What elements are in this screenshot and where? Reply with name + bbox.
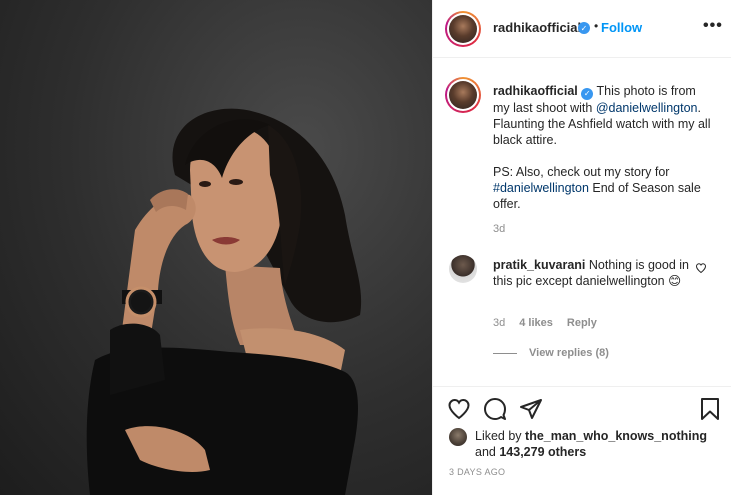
comment-meta: 3d 4 likes Reply: [493, 317, 597, 329]
likes-and: and: [475, 445, 500, 459]
follow-button[interactable]: Follow: [601, 20, 642, 35]
replies-divider: [493, 352, 517, 354]
comment-likes[interactable]: 4 likes: [519, 317, 553, 329]
likes-summary: Liked by the_man_who_knows_nothing and 1…: [475, 428, 715, 460]
reply-button[interactable]: Reply: [567, 317, 597, 329]
more-options-icon[interactable]: •••: [703, 17, 723, 35]
comment-icon[interactable]: [483, 397, 507, 421]
verified-badge-icon: ✓: [578, 22, 590, 34]
verified-badge-icon: ✓: [581, 88, 594, 100]
bookmark-icon[interactable]: [698, 397, 722, 421]
caption-author-avatar[interactable]: [445, 77, 481, 113]
caption-author[interactable]: radhikaofficial: [493, 84, 578, 98]
commenter-avatar[interactable]: [449, 255, 477, 283]
commenter-username[interactable]: pratik_kuvarani: [493, 258, 585, 272]
comment-like-heart-icon[interactable]: [695, 262, 707, 274]
author-username[interactable]: radhikaofficial: [493, 20, 581, 35]
comment-time[interactable]: 3d: [493, 317, 505, 329]
view-replies-label: View replies (8): [529, 347, 609, 359]
author-avatar[interactable]: [445, 11, 481, 47]
view-replies-button[interactable]: View replies (8): [493, 347, 609, 359]
hashtag-link[interactable]: #danielwellington: [493, 181, 589, 195]
post-header: radhikaofficial ✓ • Follow •••: [433, 0, 731, 58]
caption-text: radhikaofficial ✓ This photo is from my …: [493, 83, 713, 212]
smile-emoji: 😊: [668, 274, 682, 288]
comments-section: radhikaofficial ✓ This photo is from my …: [433, 59, 731, 386]
liked-by-user[interactable]: the_man_who_knows_nothing: [525, 429, 707, 443]
comment-text: pratik_kuvarani Nothing is good in this …: [493, 257, 693, 289]
post-photo-illustration: [86, 108, 362, 495]
liked-by-avatar[interactable]: [449, 428, 467, 446]
separator-dot: •: [594, 19, 599, 33]
caption-part: PS: Also, check out my story for: [493, 165, 670, 179]
post-timestamp[interactable]: 3 DAYS AGO: [449, 467, 505, 477]
post-side-panel: radhikaofficial ✓ • Follow ••• radhikaof…: [432, 0, 731, 495]
likes-prefix: Liked by: [475, 429, 526, 443]
post-photo[interactable]: [0, 0, 432, 495]
likes-count[interactable]: 143,279 others: [499, 445, 586, 459]
heart-icon[interactable]: [447, 397, 471, 421]
caption-time[interactable]: 3d: [493, 223, 505, 235]
post-actions: Liked by the_man_who_knows_nothing and 1…: [433, 386, 731, 495]
paper-plane-icon[interactable]: [519, 397, 543, 421]
mention-link[interactable]: @danielwellington: [596, 101, 698, 115]
